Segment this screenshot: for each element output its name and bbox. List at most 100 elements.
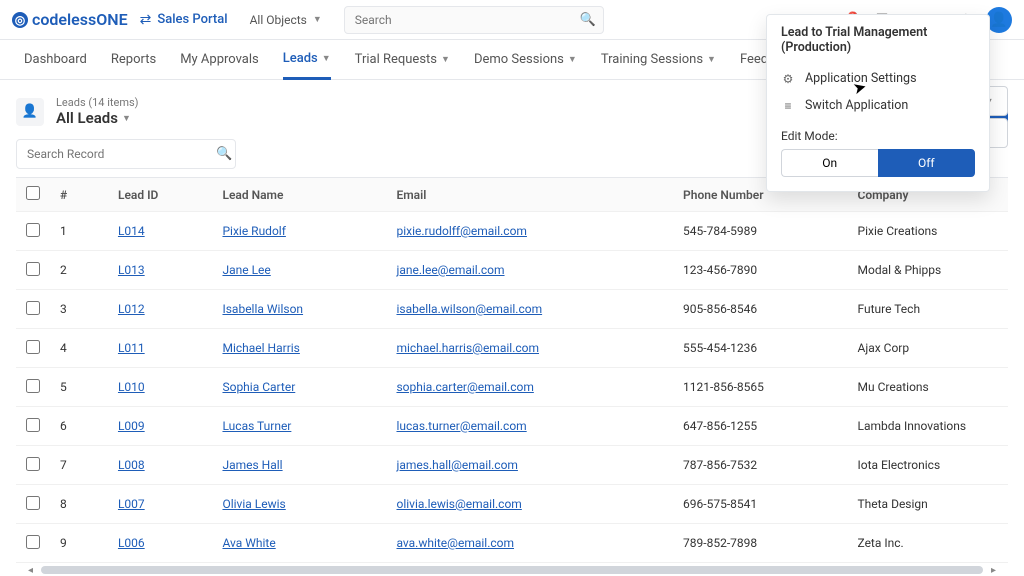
cell-company: Pixie Creations bbox=[848, 212, 1009, 251]
table-row: 7L008James Halljames.hall@email.com787-8… bbox=[16, 446, 1008, 485]
row-checkbox[interactable] bbox=[26, 223, 40, 237]
row-checkbox[interactable] bbox=[26, 379, 40, 393]
nav-dashboard[interactable]: Dashboard bbox=[24, 40, 87, 80]
table-row: 6 L009 Lucas Turner lucas.turner@email.com 6… bbox=[16, 407, 1008, 446]
nav-demo-sessions[interactable]: Demo Sessions▼ bbox=[474, 40, 577, 80]
lead-name-link[interactable]: Olivia Lewis bbox=[222, 497, 285, 511]
lead-name-link[interactable]: Isabella Wilson bbox=[222, 302, 303, 316]
table-row: 9 L006 Ava White ava.white@email.com 789-852… bbox=[16, 524, 1008, 563]
portal-selector[interactable]: ⇄ Sales Portal bbox=[140, 12, 228, 28]
lead-name-link[interactable]: James Hall bbox=[222, 458, 282, 472]
horizontal-scrollbar[interactable]: ◂▸ bbox=[16, 564, 1008, 576]
col-lead-name[interactable]: Lead Name bbox=[212, 178, 386, 212]
brand-icon: ◎ bbox=[12, 12, 28, 28]
table-row: 4 L011 Michael Harris michael.harris@email.… bbox=[16, 329, 1008, 368]
email-link[interactable]: sophia.carter@email.com bbox=[396, 380, 533, 394]
lead-name-link[interactable]: Sophia Carter bbox=[222, 380, 295, 394]
lead-id-link[interactable]: L013 bbox=[118, 263, 145, 277]
object-label: All Objects bbox=[250, 13, 307, 27]
email-link[interactable]: james.hall@email.com bbox=[396, 458, 517, 472]
cell-index: 4 bbox=[50, 329, 108, 368]
panel-item-application-settings[interactable]: ⚙Application Settings bbox=[781, 65, 975, 92]
cell-index: 9 bbox=[50, 524, 108, 563]
lead-name-link[interactable]: Ava White bbox=[222, 536, 275, 550]
col--[interactable]: # bbox=[50, 178, 108, 212]
object-selector[interactable]: All Objects ▼ bbox=[240, 7, 332, 33]
panel-item-icon: ≡ bbox=[781, 99, 795, 113]
email-link[interactable]: pixie.rudolff@email.com bbox=[396, 224, 526, 238]
panel-item-switch-application[interactable]: ≡Switch Application bbox=[781, 92, 975, 119]
panel-item-icon: ⚙ bbox=[781, 72, 795, 86]
email-link[interactable]: olivia.lewis@email.com bbox=[396, 497, 521, 511]
row-checkbox[interactable] bbox=[26, 262, 40, 276]
cell-index: 1 bbox=[50, 212, 108, 251]
row-checkbox[interactable] bbox=[26, 301, 40, 315]
table-scroll[interactable]: #Lead IDLead NameEmailPhone NumberCompan… bbox=[16, 177, 1008, 564]
brand-logo[interactable]: ◎ codelessONE bbox=[12, 10, 128, 29]
list-icon: 👤 bbox=[16, 98, 44, 126]
lead-id-link[interactable]: L012 bbox=[118, 302, 145, 316]
cell-index: 5 bbox=[50, 368, 108, 407]
lead-name-link[interactable]: Lucas Turner bbox=[222, 419, 291, 433]
list-title-text: All Leads bbox=[56, 109, 118, 127]
edit-mode-on[interactable]: On bbox=[781, 149, 878, 177]
email-link[interactable]: jane.lee@email.com bbox=[396, 263, 504, 277]
brand-text: codelessONE bbox=[32, 10, 128, 29]
cell-index: 3 bbox=[50, 290, 108, 329]
col-email[interactable]: Email bbox=[386, 178, 673, 212]
chevron-down-icon: ▼ bbox=[568, 54, 577, 65]
nav-my-approvals[interactable]: My Approvals bbox=[180, 40, 259, 80]
cell-company: Lambda Innovations bbox=[848, 407, 1009, 446]
lead-name-link[interactable]: Jane Lee bbox=[222, 263, 270, 277]
cell-company: Modal & Phipps bbox=[848, 251, 1009, 290]
cell-index: 2 bbox=[50, 251, 108, 290]
lead-id-link[interactable]: L008 bbox=[118, 458, 145, 472]
row-checkbox[interactable] bbox=[26, 418, 40, 432]
nav-training-sessions[interactable]: Training Sessions▼ bbox=[601, 40, 716, 80]
cell-phone: 647-856-1255 bbox=[673, 407, 847, 446]
lead-name-link[interactable]: Pixie Rudolf bbox=[222, 224, 285, 238]
lead-id-link[interactable]: L011 bbox=[118, 341, 145, 355]
cell-phone: 789-852-7898 bbox=[673, 524, 847, 563]
row-checkbox[interactable] bbox=[26, 457, 40, 471]
email-link[interactable]: lucas.turner@email.com bbox=[396, 419, 526, 433]
cell-index: 6 bbox=[50, 407, 108, 446]
cell-phone: 696-575-8541 bbox=[673, 485, 847, 524]
table-body: 1 L014 Pixie Rudolf pixie.rudolff@email.com… bbox=[16, 212, 1008, 565]
cell-company: Zeta Inc. bbox=[848, 524, 1009, 563]
global-search-input[interactable] bbox=[344, 6, 604, 34]
email-link[interactable]: ava.white@email.com bbox=[396, 536, 514, 550]
lead-id-link[interactable]: L009 bbox=[118, 419, 145, 433]
nav-trial-requests[interactable]: Trial Requests▼ bbox=[355, 40, 450, 80]
row-checkbox[interactable] bbox=[26, 535, 40, 549]
lead-id-link[interactable]: L010 bbox=[118, 380, 145, 394]
col-lead-id[interactable]: Lead ID bbox=[108, 178, 213, 212]
table-row: 8L007Olivia Lewisolivia.lewis@email.com6… bbox=[16, 485, 1008, 524]
row-checkbox[interactable] bbox=[26, 340, 40, 354]
app-settings-panel: Lead to Trial Management (Production) ⚙A… bbox=[766, 14, 990, 192]
edit-mode-label: Edit Mode: bbox=[781, 129, 975, 143]
global-search-wrap: 🔍 bbox=[344, 6, 604, 34]
lead-id-link[interactable]: L007 bbox=[118, 497, 145, 511]
search-icon: 🔍 bbox=[216, 147, 232, 162]
list-title[interactable]: All Leads ▼ bbox=[56, 109, 138, 127]
portal-label: Sales Portal bbox=[157, 12, 227, 27]
email-link[interactable]: isabella.wilson@email.com bbox=[396, 302, 542, 316]
lead-name-link[interactable]: Michael Harris bbox=[222, 341, 299, 355]
edit-mode-off[interactable]: Off bbox=[878, 149, 976, 177]
select-all-checkbox[interactable] bbox=[26, 186, 40, 200]
cell-phone: 787-856-7532 bbox=[673, 446, 847, 485]
email-link[interactable]: michael.harris@email.com bbox=[396, 341, 539, 355]
table-row: 2L013Jane Leejane.lee@email.com123-456-7… bbox=[16, 251, 1008, 290]
chevron-down-icon: ▼ bbox=[707, 54, 716, 65]
lead-id-link[interactable]: L006 bbox=[118, 536, 145, 550]
table-row: 1 L014 Pixie Rudolf pixie.rudolff@email.com… bbox=[16, 212, 1008, 251]
cell-phone: 905-856-8546 bbox=[673, 290, 847, 329]
lead-id-link[interactable]: L014 bbox=[118, 224, 145, 238]
search-record-input[interactable] bbox=[16, 139, 236, 169]
nav-leads[interactable]: Leads▼ bbox=[283, 40, 331, 80]
nav-reports[interactable]: Reports bbox=[111, 40, 156, 80]
row-checkbox[interactable] bbox=[26, 496, 40, 510]
list-count: Leads (14 items) bbox=[56, 96, 138, 109]
chevron-down-icon: ▼ bbox=[441, 54, 450, 65]
